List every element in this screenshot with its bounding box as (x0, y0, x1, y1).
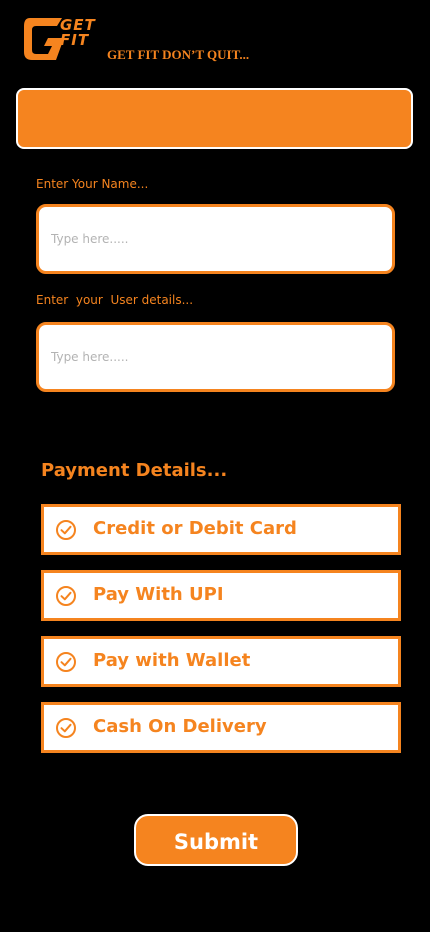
user-details-input[interactable] (39, 325, 392, 389)
payment-details-title: Payment Details... (41, 460, 228, 481)
payment-option-wallet[interactable]: Pay with Wallet (41, 636, 401, 687)
submit-button[interactable]: Submit (134, 814, 298, 866)
name-field-label: Enter Your Name... (36, 177, 149, 191)
name-input[interactable] (39, 207, 392, 271)
name-field-wrapper (36, 204, 395, 274)
check-circle-icon (56, 520, 76, 540)
payment-option-cod[interactable]: Cash On Delivery (41, 702, 401, 753)
user-details-field-label: Enter your User details... (36, 293, 194, 307)
payment-option-upi[interactable]: Pay With UPI (41, 570, 401, 621)
payment-option-label: Cash On Delivery (93, 716, 267, 737)
logo-line-fit: FIT (60, 31, 90, 49)
banner (16, 88, 413, 149)
check-circle-icon (56, 652, 76, 672)
logo-wordmark: GET FIT (60, 18, 120, 48)
check-circle-icon (56, 718, 76, 738)
tagline: GET FIT DON’T QUIT... (107, 47, 250, 62)
payment-option-card[interactable]: Credit or Debit Card (41, 504, 401, 555)
app-header: GET FIT GET FIT DON’T QUIT... (22, 16, 322, 64)
payment-option-label: Pay with Wallet (93, 650, 251, 671)
user-details-field-wrapper (36, 322, 395, 392)
payment-option-label: Pay With UPI (93, 584, 224, 605)
payment-option-label: Credit or Debit Card (93, 518, 297, 539)
check-circle-icon (56, 586, 76, 606)
